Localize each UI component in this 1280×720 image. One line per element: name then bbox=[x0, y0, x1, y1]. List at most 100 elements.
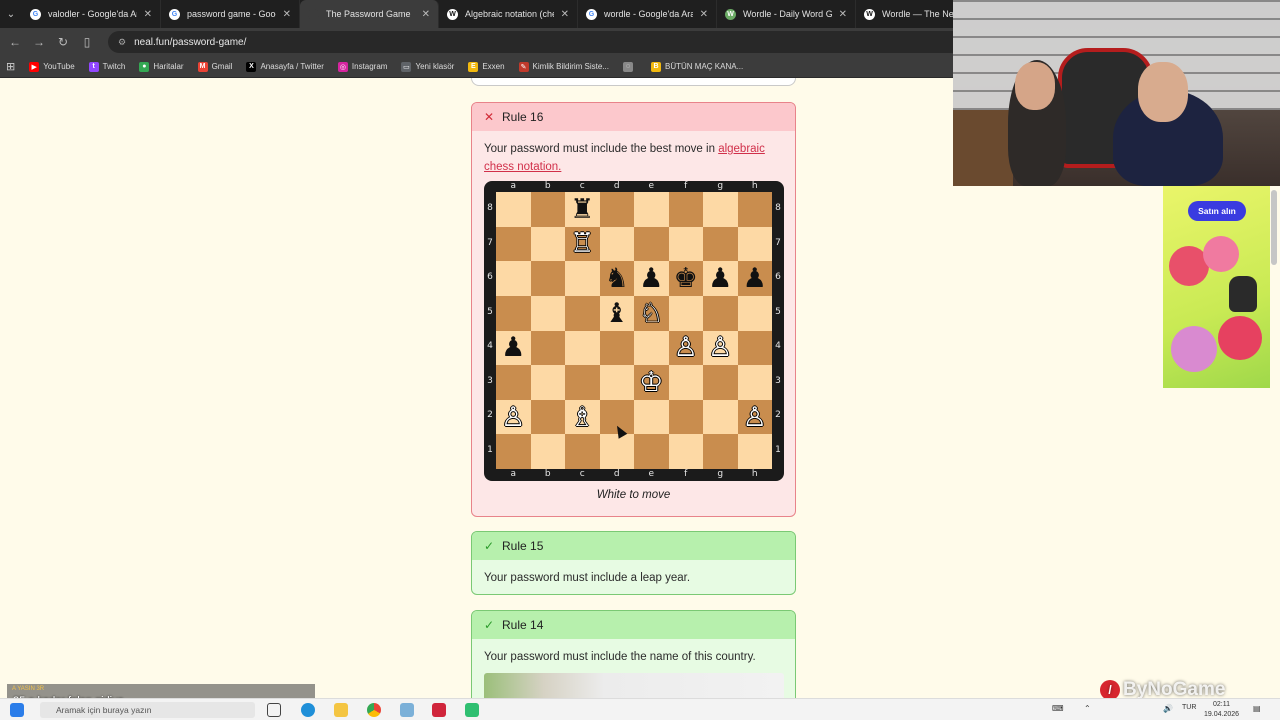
square-d8[interactable] bbox=[599, 192, 634, 227]
chess-piece-icon[interactable]: ♘ bbox=[639, 300, 663, 327]
square-f5[interactable] bbox=[668, 295, 703, 331]
bookmark-item[interactable]: ◎ Instagram bbox=[337, 61, 387, 72]
square-a7[interactable] bbox=[496, 226, 531, 262]
browser-tab[interactable]: Gvalodler - Google'da Ara ✕ bbox=[22, 0, 161, 28]
tab-close-icon[interactable]: ✕ bbox=[422, 9, 430, 20]
square-e4[interactable] bbox=[634, 330, 669, 366]
bookmark-item[interactable]: E Exxen bbox=[468, 61, 505, 72]
chess-piece-icon[interactable]: ♗ bbox=[570, 404, 594, 431]
square-f8[interactable] bbox=[668, 192, 703, 227]
square-a2[interactable]: ♙ bbox=[496, 399, 531, 435]
square-g8[interactable] bbox=[703, 192, 738, 227]
notification-icon[interactable]: ▤ bbox=[1253, 704, 1261, 713]
chess-piece-icon[interactable]: ♔ bbox=[639, 369, 663, 396]
browser-tab[interactable]: W Algebraic notation (chess) ✕ bbox=[439, 0, 578, 28]
square-b2[interactable] bbox=[530, 399, 565, 435]
chess-piece-icon[interactable]: ♞ bbox=[605, 265, 629, 292]
apps-icon[interactable]: ⊞ bbox=[6, 60, 15, 73]
square-a1[interactable] bbox=[496, 434, 531, 469]
square-e3[interactable]: ♔ bbox=[634, 365, 669, 400]
chess-piece-icon[interactable]: ♟ bbox=[708, 265, 732, 292]
square-g5[interactable] bbox=[703, 295, 738, 331]
tab-close-icon[interactable]: ✕ bbox=[700, 9, 708, 20]
square-e1[interactable] bbox=[634, 434, 669, 469]
square-a6[interactable] bbox=[496, 261, 531, 296]
square-h3[interactable] bbox=[737, 365, 772, 400]
square-a8[interactable] bbox=[496, 192, 531, 227]
square-f7[interactable] bbox=[668, 226, 703, 262]
square-e6[interactable]: ♟ bbox=[634, 261, 669, 296]
square-h4[interactable] bbox=[737, 330, 772, 366]
square-g1[interactable] bbox=[703, 434, 738, 469]
square-b1[interactable] bbox=[530, 434, 565, 469]
bookmark-item[interactable]: B BÜTÜN MAÇ KANA... bbox=[651, 61, 743, 72]
square-h1[interactable] bbox=[737, 434, 772, 469]
square-b3[interactable] bbox=[530, 365, 565, 400]
square-g4[interactable]: ♙ bbox=[703, 330, 738, 366]
chess-piece-icon[interactable]: ♖ bbox=[570, 230, 594, 257]
tray-overflow-icon[interactable]: ⌃ bbox=[1084, 704, 1091, 713]
bookmark-item[interactable]: ▭ Yeni klasör bbox=[401, 61, 454, 72]
edge-icon[interactable] bbox=[301, 703, 315, 717]
square-e8[interactable] bbox=[634, 192, 669, 227]
square-c5[interactable] bbox=[565, 295, 600, 331]
bookmark-item[interactable]: ✎ Kimlik Bildirim Siste... bbox=[518, 61, 609, 72]
square-g6[interactable]: ♟ bbox=[703, 261, 738, 296]
square-h7[interactable] bbox=[737, 226, 772, 262]
chess-piece-icon[interactable]: ♟ bbox=[501, 334, 525, 361]
square-e2[interactable] bbox=[634, 399, 669, 435]
square-d4[interactable] bbox=[599, 330, 634, 366]
chess-piece-icon[interactable]: ♙ bbox=[743, 404, 767, 431]
buy-button[interactable]: Satın alın bbox=[1188, 201, 1246, 221]
chess-piece-icon[interactable]: ♟ bbox=[743, 265, 767, 292]
bookmark-item[interactable]: ● Haritalar bbox=[139, 61, 184, 72]
app-green-icon[interactable] bbox=[465, 703, 479, 717]
square-c7[interactable]: ♖ bbox=[565, 226, 600, 262]
square-h8[interactable] bbox=[737, 192, 772, 227]
square-b5[interactable] bbox=[530, 295, 565, 331]
square-b4[interactable] bbox=[530, 330, 565, 366]
square-d3[interactable] bbox=[599, 365, 634, 400]
opera-icon[interactable] bbox=[432, 703, 446, 717]
square-f6[interactable]: ♚ bbox=[668, 261, 703, 296]
bookmark-item[interactable]: ◌ bbox=[623, 61, 637, 72]
square-e5[interactable]: ♘ bbox=[634, 295, 669, 331]
square-f3[interactable] bbox=[668, 365, 703, 400]
language-indicator[interactable]: TUR bbox=[1182, 704, 1196, 711]
tab-search-icon[interactable]: ⌄ bbox=[0, 0, 22, 28]
taskbar-search-input[interactable]: Aramak için buraya yazın bbox=[40, 702, 255, 718]
square-f4[interactable]: ♙ bbox=[668, 330, 703, 366]
square-d7[interactable] bbox=[599, 226, 634, 262]
square-d5[interactable]: ♝ bbox=[599, 295, 634, 331]
square-d1[interactable] bbox=[599, 434, 634, 469]
chess-piece-icon[interactable]: ♙ bbox=[708, 334, 732, 361]
bookmark-item[interactable]: ▶ YouTube bbox=[29, 61, 75, 72]
bookmark-item[interactable]: t Twitch bbox=[88, 61, 125, 72]
square-c6[interactable] bbox=[565, 261, 600, 296]
square-c8[interactable]: ♜ bbox=[565, 192, 600, 227]
chess-piece-icon[interactable]: ♝ bbox=[605, 300, 629, 327]
square-f1[interactable] bbox=[668, 434, 703, 469]
square-f2[interactable] bbox=[668, 399, 703, 435]
site-info-icon[interactable]: ⚙ bbox=[118, 37, 126, 48]
chess-piece-icon[interactable]: ♚ bbox=[674, 265, 698, 292]
volume-icon[interactable]: 🔊 bbox=[1163, 704, 1173, 713]
square-b8[interactable] bbox=[530, 192, 565, 227]
chrome-icon[interactable] bbox=[367, 703, 381, 717]
browser-tab[interactable]: W Wordle - Daily Word Game ✕ bbox=[717, 0, 856, 28]
back-icon[interactable]: ← bbox=[6, 33, 24, 51]
split-view-icon[interactable]: ▯ bbox=[78, 33, 96, 51]
bookmark-item[interactable]: X Anasayfa / Twitter bbox=[246, 61, 324, 72]
browser-tab[interactable]: Gpassword game - Google'da Ara ✕ bbox=[161, 0, 300, 28]
square-h2[interactable]: ♙ bbox=[737, 399, 772, 435]
chess-piece-icon[interactable]: ♟ bbox=[639, 265, 663, 292]
task-view-icon[interactable] bbox=[267, 703, 281, 717]
chess-piece-icon[interactable]: ♙ bbox=[501, 404, 525, 431]
square-h5[interactable] bbox=[737, 295, 772, 331]
square-g7[interactable] bbox=[703, 226, 738, 262]
windows-start-icon[interactable] bbox=[10, 703, 24, 717]
clock[interactable]: 02:11 19.04.2026 bbox=[1204, 700, 1239, 720]
bookmark-item[interactable]: M Gmail bbox=[197, 61, 232, 72]
square-h6[interactable]: ♟ bbox=[737, 261, 772, 296]
square-b7[interactable] bbox=[530, 226, 565, 262]
